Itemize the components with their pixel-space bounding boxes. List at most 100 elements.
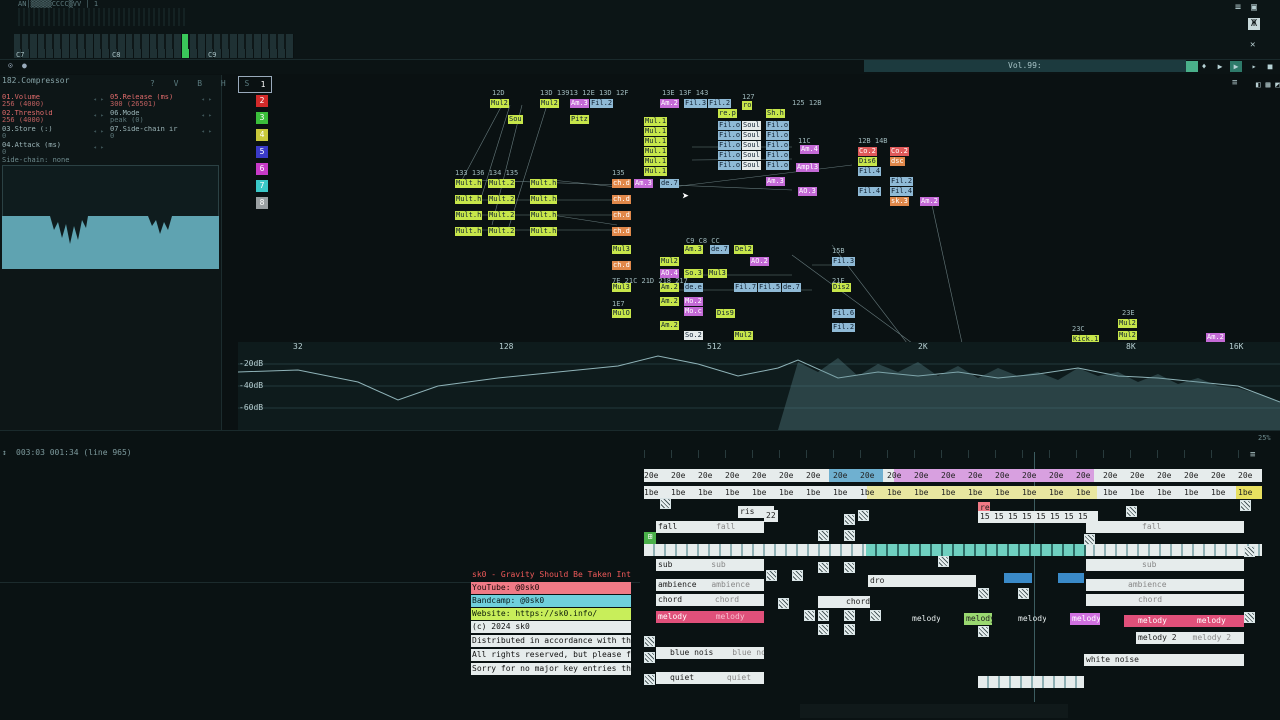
- clip-fx[interactable]: [978, 676, 1084, 688]
- clip-melody[interactable]: melody: [964, 613, 992, 625]
- pattern-cell[interactable]: [818, 624, 829, 635]
- swatch-4[interactable]: 4: [238, 127, 272, 144]
- node-mul2[interactable]: Mul2: [1118, 319, 1137, 328]
- node-fil[interactable]: Fil.o: [718, 121, 742, 130]
- pattern-cell[interactable]: [818, 530, 829, 541]
- node-am[interactable]: Am.2: [660, 297, 679, 306]
- param-arrows-icon[interactable]: ◂ ▸: [201, 96, 212, 103]
- piano-white-key[interactable]: [286, 34, 294, 58]
- node-soul[interactable]: Soul: [742, 131, 761, 140]
- node-am[interactable]: Am.2: [1206, 333, 1225, 342]
- piano-keyboard[interactable]: C7 C8 C9: [14, 34, 296, 59]
- node-fil[interactable]: Fil.o: [766, 131, 790, 140]
- node-ro[interactable]: ro: [742, 101, 753, 110]
- param-release[interactable]: 05.Release (ms) 300 (26501) ◂ ▸: [110, 94, 216, 110]
- node-fil[interactable]: Fil.o: [766, 141, 790, 150]
- swatch-1[interactable]: 1: [238, 76, 272, 93]
- node-mult[interactable]: Mult.2: [488, 195, 516, 204]
- param-arrows-icon[interactable]: ◂ ▸: [93, 96, 104, 103]
- timeline-ruler[interactable]: [644, 450, 1248, 458]
- node-fil[interactable]: Fil.o: [718, 131, 742, 140]
- node-shh[interactable]: Sh.h: [766, 109, 785, 118]
- clip-melody-right[interactable]: melody melody: [1124, 615, 1244, 627]
- node-ch[interactable]: ch.d: [612, 261, 631, 270]
- param-arrows-icon[interactable]: ◂ ▸: [93, 112, 104, 119]
- node-mul[interactable]: Mul.1: [644, 127, 668, 136]
- node-ch[interactable]: ch.d: [612, 179, 631, 188]
- node-mul2[interactable]: Mul2: [1118, 331, 1137, 340]
- node-mul[interactable]: Mul3: [612, 245, 631, 254]
- pattern-cell[interactable]: [1126, 506, 1137, 517]
- close-icon[interactable]: ✕: [1250, 40, 1264, 52]
- node-de[interactable]: de.7: [782, 283, 801, 292]
- node-mul2[interactable]: Mul2: [540, 99, 559, 108]
- node-mult[interactable]: Mult.2: [488, 179, 516, 188]
- node-fil[interactable]: Fil.o: [766, 161, 790, 170]
- node-mult[interactable]: Mult.2: [488, 227, 516, 236]
- pattern-row-drums-highlight[interactable]: [866, 544, 1086, 556]
- node-de[interactable]: de.e: [684, 283, 703, 292]
- loop-marker-icon[interactable]: ⊞: [644, 532, 656, 544]
- node-fil[interactable]: Fil.4: [858, 167, 882, 176]
- swatch-3[interactable]: 3: [238, 110, 272, 127]
- node-fil[interactable]: Fil.5: [758, 283, 782, 292]
- clip-sub-right[interactable]: sub: [1086, 559, 1244, 571]
- node-soul[interactable]: Soul: [742, 161, 761, 170]
- param-store[interactable]: 03.Store (:) 0 ◂ ▸: [2, 126, 108, 142]
- node-mul[interactable]: Mul.1: [644, 147, 668, 156]
- clip-blue[interactable]: [1004, 573, 1032, 583]
- node-soul[interactable]: Soul: [742, 121, 761, 130]
- node-soul[interactable]: Soul: [742, 151, 761, 160]
- clip-dro[interactable]: dro: [868, 575, 976, 587]
- node-fil[interactable]: Fil.o: [766, 121, 790, 130]
- node-rep[interactable]: re.p: [718, 109, 737, 118]
- node-mult[interactable]: Mult.h: [455, 179, 483, 188]
- node-graph[interactable]: 12D 13D 13913 12E 13D 12F 13E 13F 143 12…: [272, 75, 1280, 344]
- clip-chord-right[interactable]: chord: [1086, 594, 1244, 606]
- track-chord[interactable]: chord chord: [656, 594, 764, 606]
- track-fall[interactable]: fall fall: [656, 521, 764, 533]
- node-pitz[interactable]: Pitz: [570, 115, 589, 124]
- lock-icon[interactable]: ▣: [1248, 2, 1260, 14]
- play-pattern-icon[interactable]: ▶: [1230, 61, 1242, 72]
- pattern-cell[interactable]: [766, 570, 777, 581]
- node-sou[interactable]: Sou: [508, 115, 523, 124]
- param-arrows-icon[interactable]: ◂ ▸: [201, 128, 212, 135]
- swatch-6[interactable]: 6: [238, 161, 272, 178]
- node-co[interactable]: Co.2: [858, 147, 877, 156]
- pattern-cell[interactable]: [660, 498, 671, 509]
- node-am[interactable]: Am.3: [766, 177, 785, 186]
- node-mul[interactable]: Mul.1: [644, 137, 668, 146]
- node-mul2[interactable]: Mul2: [490, 99, 509, 108]
- stop-icon[interactable]: ■: [1264, 61, 1276, 72]
- node-mult[interactable]: Mult.h: [455, 195, 483, 204]
- node-fil[interactable]: Fil.o: [718, 161, 742, 170]
- node-mult[interactable]: Mult.h: [530, 227, 558, 236]
- node-ch[interactable]: ch.d: [612, 227, 631, 236]
- node-mulo[interactable]: MulO: [612, 309, 631, 318]
- node-am[interactable]: Am.2: [660, 99, 679, 108]
- node-mo[interactable]: Mo.c: [684, 307, 703, 316]
- node-ch[interactable]: ch.d: [612, 195, 631, 204]
- node-de[interactable]: de.7: [710, 245, 729, 254]
- clip-fall-right[interactable]: fall: [1086, 521, 1244, 533]
- piano-white-key[interactable]: [254, 34, 262, 58]
- record-icon[interactable]: ●: [22, 61, 27, 70]
- node-mul[interactable]: Mul.1: [644, 167, 668, 176]
- node-so[interactable]: So.2: [684, 331, 703, 340]
- node-sk[interactable]: sk.3: [890, 197, 909, 206]
- node-ch[interactable]: ch.d: [612, 211, 631, 220]
- pattern-cell[interactable]: [858, 510, 869, 521]
- node-mult[interactable]: Mult.h: [530, 195, 558, 204]
- piano-white-key[interactable]: [30, 34, 38, 58]
- swatch-2[interactable]: 2: [238, 93, 272, 110]
- pattern-cell[interactable]: [844, 624, 855, 635]
- node-fil[interactable]: Fil.2: [590, 99, 614, 108]
- pattern-mode-icon[interactable]: ♦: [1198, 61, 1210, 72]
- clip-ambience-right[interactable]: ambience: [1086, 579, 1244, 591]
- horizontal-scrollbar[interactable]: [800, 704, 1068, 718]
- clip-chord-mid[interactable]: chord: [818, 596, 870, 608]
- node-co[interactable]: Co.2: [890, 147, 909, 156]
- node-mul[interactable]: Mul.1: [644, 117, 668, 126]
- node-fil[interactable]: Fil.2: [890, 177, 914, 186]
